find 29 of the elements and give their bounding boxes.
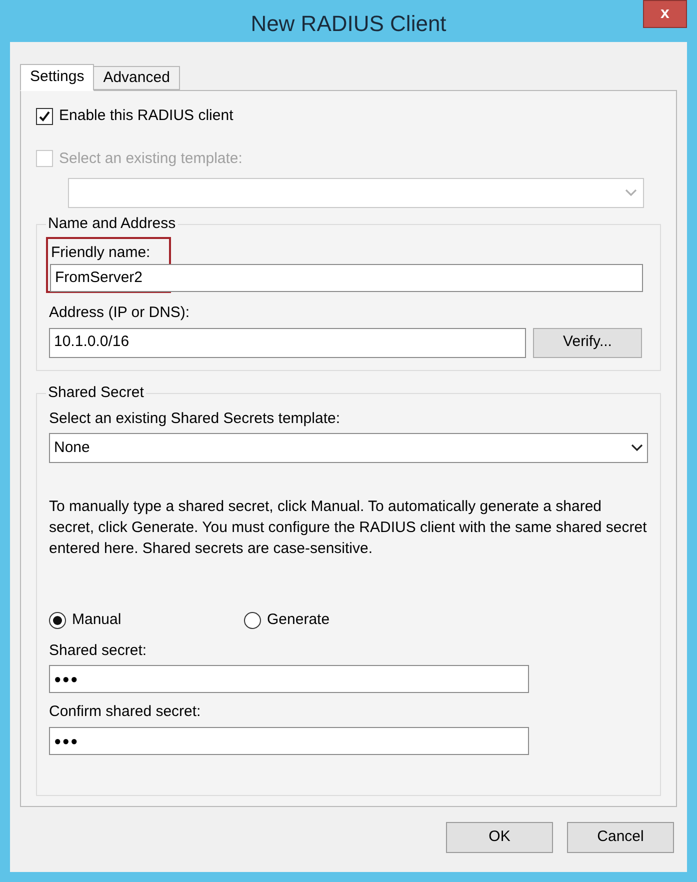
checkbox-label: Enable this RADIUS client	[59, 106, 234, 126]
field-label: Address (IP or DNS):	[49, 303, 191, 323]
description: To manually type a shared secret, click Manual. To automatically generate a shared secret, click Generate. You must configure the RADIUS client with the same shared secret entered here. Shared secrets are case-sensitive.	[49, 497, 648, 559]
group-title: Name and Address	[46, 216, 178, 231]
dialog-button[interactable]: OK	[446, 822, 553, 853]
dialog-button[interactable]: Cancel	[567, 822, 674, 853]
radio-label: Generate	[267, 610, 330, 630]
shared-secret-dropdown[interactable]: None	[49, 433, 648, 463]
tab[interactable]: Advanced	[94, 66, 180, 90]
password-field[interactable]: ●●●	[49, 665, 529, 693]
check-icon	[38, 110, 51, 123]
field-label: Select an existing Shared Secrets template:	[49, 408, 341, 428]
radio-button[interactable]	[244, 612, 261, 629]
verify-button[interactable]: Verify...	[533, 328, 642, 358]
group-title: Shared Secret	[46, 384, 146, 400]
chevron-down-icon	[625, 189, 637, 197]
radio-label: Manual	[72, 610, 122, 630]
password-field[interactable]: ●●●	[49, 726, 529, 754]
checkbox[interactable]	[36, 108, 53, 125]
field-label: Shared secret:	[49, 640, 148, 660]
window-title: New RADIUS Client	[250, 10, 446, 38]
chevron-down-icon	[631, 444, 643, 452]
field-label: Confirm shared secret:	[49, 702, 202, 722]
input-field[interactable]: 10.1.0.0/16	[49, 328, 526, 358]
input-field[interactable]: FromServer2	[50, 264, 643, 292]
tab[interactable]: Settings	[20, 64, 94, 91]
close-button[interactable]: x	[643, 0, 687, 28]
radio-button[interactable]	[49, 612, 66, 629]
checkbox-label: Select an existing template:	[59, 148, 242, 168]
